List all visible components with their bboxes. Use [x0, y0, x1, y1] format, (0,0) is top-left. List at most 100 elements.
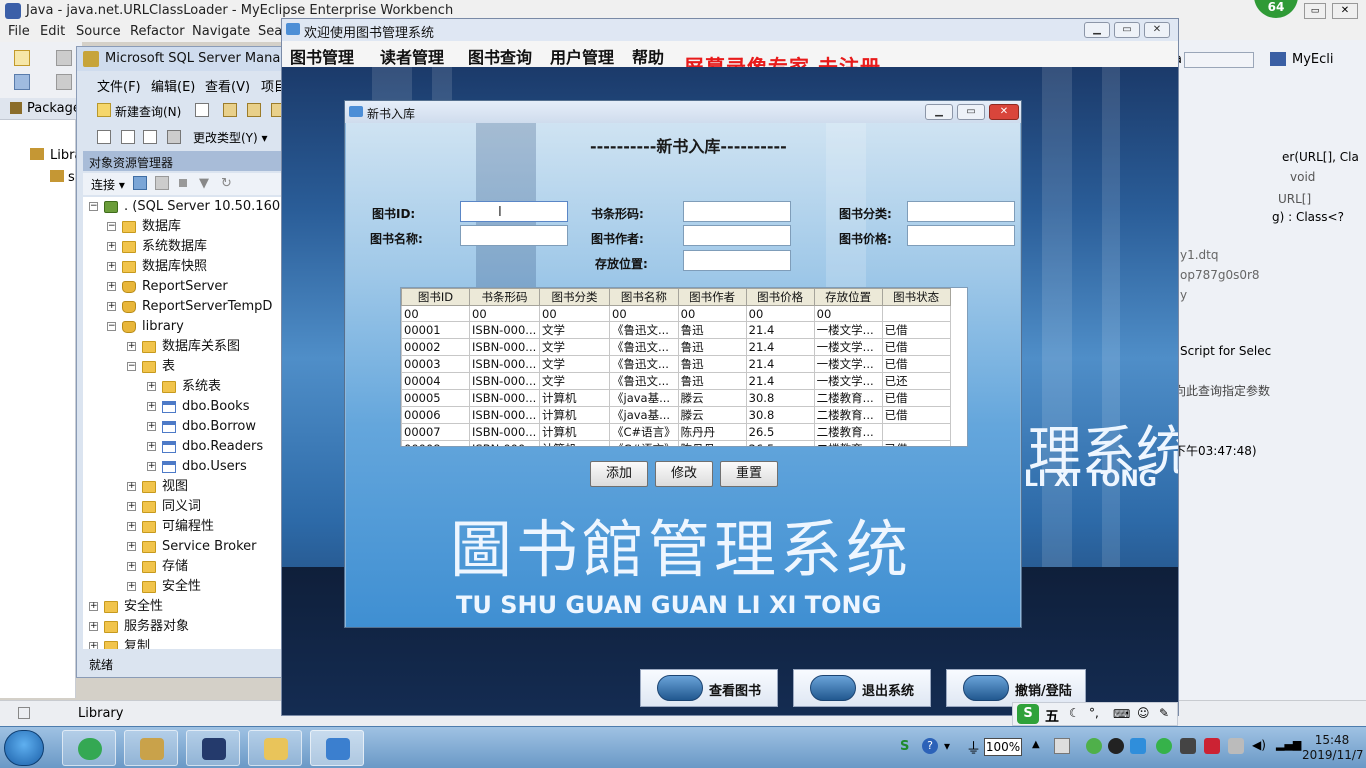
collapse-icon[interactable]: − — [107, 322, 116, 331]
table-cell[interactable]: 计算机 — [539, 440, 610, 446]
table-cell[interactable]: 21.4 — [745, 321, 815, 339]
table-row[interactable]: 00008ISBN-000...计算机《C#语言》陈丹丹26.5二楼教育...已… — [401, 440, 951, 446]
table-cell[interactable]: 00 — [401, 305, 470, 322]
save-icon[interactable] — [56, 50, 72, 66]
table-cell[interactable]: 《鲁迅文... — [609, 355, 679, 373]
expand-icon[interactable]: + — [127, 562, 136, 571]
table-cell[interactable]: ISBN-000... — [469, 372, 540, 390]
battery-indicator[interactable]: 100% — [984, 738, 1022, 756]
expand-icon[interactable]: + — [147, 442, 156, 451]
expand-icon[interactable]: + — [147, 462, 156, 471]
keyboard-icon[interactable]: ⌨ — [1113, 707, 1130, 721]
expand-icon[interactable]: + — [127, 522, 136, 531]
tray-app-icon-6[interactable] — [1228, 738, 1244, 754]
main-close-button[interactable]: ✕ — [1144, 22, 1170, 38]
tray-app-icon-2[interactable] — [1086, 738, 1102, 754]
menu-reader-management[interactable]: 读者管理 — [380, 44, 444, 68]
table-row[interactable]: 00003 ISBN-000... 文学 《鲁迅文... 鲁迅 21.4 一楼文学... 已借 — [401, 355, 951, 373]
collapse-icon[interactable]: − — [89, 202, 98, 211]
change-type-button[interactable]: 更改类型(Y) ▾ — [193, 129, 268, 146]
table-cell[interactable]: 21.4 — [745, 372, 815, 390]
disconnect-icon[interactable] — [155, 176, 169, 190]
oe-tree-item[interactable]: + ReportServer — [107, 277, 228, 297]
table-cell[interactable]: 文学 — [539, 338, 610, 356]
wrench-icon[interactable]: ✎ — [1159, 706, 1169, 720]
table-cell[interactable]: 文学 — [539, 372, 610, 390]
table-cell[interactable]: 21.4 — [745, 338, 815, 356]
expand-icon[interactable]: + — [107, 262, 116, 271]
taskbar-myeclipse[interactable] — [186, 730, 240, 766]
table-cell[interactable]: 00 — [813, 305, 883, 322]
expand-icon[interactable]: + — [89, 642, 98, 649]
table-cell[interactable]: 《鲁迅文... — [609, 372, 679, 390]
table-cell[interactable]: 鲁迅 — [677, 321, 747, 339]
table-cell[interactable] — [881, 305, 951, 322]
taskbar-explorer[interactable] — [248, 730, 302, 766]
menu-file[interactable]: File — [8, 24, 30, 39]
debug-icon[interactable] — [56, 74, 72, 90]
table-cell[interactable]: 已借 — [881, 440, 951, 446]
table-row[interactable]: 00001 ISBN-000... 文学 《鲁迅文... 鲁迅 21.4 一楼文学... 已借 — [401, 321, 951, 339]
table-cell[interactable] — [881, 423, 951, 441]
exit-system-button[interactable]: 退出系统 — [793, 669, 931, 707]
help-tray-icon[interactable]: ? — [922, 738, 938, 754]
table-cell[interactable]: ISBN-000... — [469, 440, 540, 446]
table-cell[interactable]: 已借 — [881, 321, 951, 339]
table-cell[interactable]: 一楼文学... — [813, 355, 883, 373]
ssms-menu-edit[interactable]: 编辑(E) — [151, 76, 195, 95]
dialog-minimize-button[interactable]: ▁ — [925, 104, 953, 120]
expand-icon[interactable]: + — [127, 482, 136, 491]
table-cell[interactable]: 00005 — [401, 389, 470, 407]
network-icon[interactable]: ▂▄▆ — [1276, 738, 1301, 754]
oe-tree-item[interactable]: − 数据库 — [107, 217, 181, 237]
table-cell[interactable]: 计算机 — [539, 423, 610, 441]
criteria-icon[interactable] — [167, 130, 181, 144]
table-cell[interactable]: 已借 — [881, 355, 951, 373]
table-cell[interactable]: 00003 — [401, 355, 470, 373]
table-cell[interactable]: 二楼教育... — [813, 423, 883, 441]
table-cell[interactable]: 鲁迅 — [677, 372, 747, 390]
eclipse-maximize-button[interactable]: ▭ — [1304, 3, 1326, 19]
properties-icon[interactable] — [97, 130, 111, 144]
filter-icon[interactable]: ▼ — [199, 176, 209, 191]
taskbar-java-app[interactable] — [310, 730, 364, 766]
table-cell[interactable]: 已还 — [881, 372, 951, 390]
taskbar-ssms[interactable] — [124, 730, 178, 766]
table-cell[interactable]: 二楼教育... — [813, 389, 883, 407]
window-controls[interactable] — [1184, 52, 1254, 68]
table-cell[interactable]: 滕云 — [677, 406, 747, 424]
table-cell[interactable]: 00 — [745, 305, 815, 322]
table-cell[interactable]: 《鲁迅文... — [609, 321, 679, 339]
expand-icon[interactable]: + — [147, 402, 156, 411]
table-cell[interactable]: 计算机 — [539, 389, 610, 407]
book-id-input[interactable] — [460, 201, 568, 222]
table-row[interactable]: 00006 ISBN-000... 计算机 《java基... 滕云 30.8 二楼教育..… — [401, 406, 951, 424]
table-cell[interactable]: 26.5 — [745, 423, 815, 441]
table-cell[interactable]: 《java基... — [609, 389, 679, 407]
tray-app-icon-4[interactable] — [1180, 738, 1196, 754]
db-query-icon[interactable] — [223, 103, 237, 117]
author-input[interactable] — [683, 225, 791, 246]
table-cell[interactable]: ISBN-000... — [469, 423, 540, 441]
menu-edit[interactable]: Edit — [40, 24, 65, 39]
tray-app-icon-5[interactable] — [1204, 738, 1220, 754]
expand-icon[interactable]: + — [147, 422, 156, 431]
table-row[interactable]: 00004 ISBN-000... 文学 《鲁迅文... 鲁迅 21.4 一楼文学... 已还 — [401, 372, 951, 390]
table-row[interactable]: 00005 ISBN-000... 计算机 《java基... 滕云 30.8 二楼教育..… — [401, 389, 951, 407]
collapse-icon[interactable]: − — [127, 362, 136, 371]
table-cell[interactable]: 一楼文学... — [813, 372, 883, 390]
table-cell[interactable]: 00007 — [401, 423, 470, 441]
user-icon[interactable]: ☺ — [1137, 706, 1150, 720]
expand-icon[interactable]: + — [89, 602, 98, 611]
qq-icon[interactable] — [1108, 738, 1124, 754]
tree-item-s[interactable]: s — [68, 170, 75, 185]
sql-icon[interactable] — [143, 130, 157, 144]
table-cell[interactable]: 鲁迅 — [677, 355, 747, 373]
oe-tree-item[interactable]: + 存储 — [127, 557, 188, 577]
expand-icon[interactable]: + — [127, 582, 136, 591]
sogou-tray-icon[interactable]: S — [900, 739, 909, 754]
expand-icon[interactable]: + — [127, 542, 136, 551]
oe-tree-item[interactable]: + dbo.Borrow — [147, 417, 256, 437]
view-books-button[interactable]: 查看图书 — [640, 669, 778, 707]
run-icon[interactable] — [14, 74, 30, 90]
